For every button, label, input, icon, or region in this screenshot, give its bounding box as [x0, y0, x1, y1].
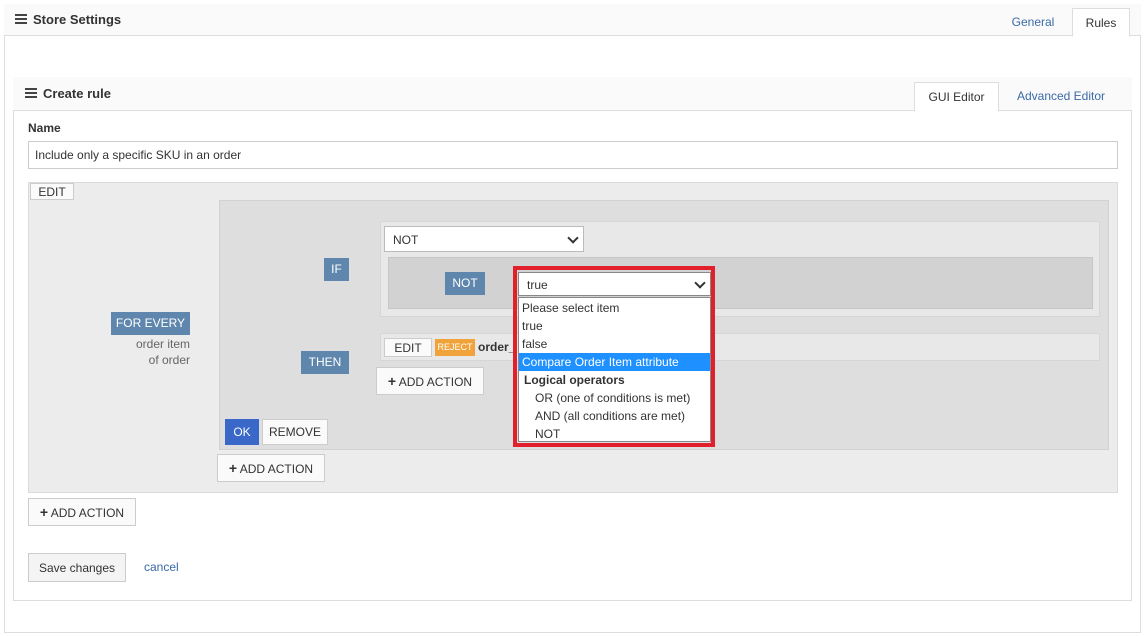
plus-icon: +	[39, 504, 49, 520]
menu-icon[interactable]	[25, 88, 37, 98]
action-text: order_	[478, 340, 516, 354]
dropdown-option-or[interactable]: OR (one of conditions is met)	[519, 389, 710, 407]
for-every-scope: of order	[148, 353, 190, 367]
then-badge: THEN	[301, 351, 349, 374]
if-badge: IF	[324, 258, 349, 281]
for-every-badge: FOR EVERY	[111, 312, 190, 335]
name-input[interactable]: Include only a specific SKU in an order	[28, 141, 1118, 169]
add-action-button-middle[interactable]: + ADD ACTION	[217, 454, 325, 482]
save-changes-button[interactable]: Save changes	[28, 553, 126, 582]
add-action-button-inner[interactable]: + ADD ACTION	[376, 367, 484, 395]
add-action-label: ADD ACTION	[239, 462, 314, 476]
edit-button[interactable]: EDIT	[30, 183, 74, 200]
logic-select-value: NOT	[393, 233, 419, 247]
dropdown-option-compare-order-item[interactable]: Compare Order Item attribute	[519, 353, 710, 371]
dropdown-option-not[interactable]: NOT	[519, 425, 710, 443]
dropdown-option-please-select[interactable]: Please select item	[519, 299, 710, 317]
name-label: Name	[28, 121, 61, 135]
store-settings-title: Store Settings	[33, 12, 122, 27]
tab-advanced-editor[interactable]: Advanced Editor	[1008, 82, 1114, 110]
tab-rules[interactable]: Rules	[1072, 8, 1130, 37]
add-action-label: ADD ACTION	[50, 506, 125, 520]
create-rule-title: Create rule	[43, 86, 111, 101]
chevron-down-icon	[567, 232, 579, 244]
add-action-label: ADD ACTION	[398, 375, 473, 389]
plus-icon: +	[387, 373, 397, 389]
store-settings-header	[4, 4, 1141, 36]
tab-general[interactable]: General	[1004, 8, 1062, 36]
tab-gui-editor[interactable]: GUI Editor	[914, 82, 999, 112]
action-edit-button[interactable]: EDIT	[384, 338, 432, 357]
condition-select-value: true	[527, 278, 548, 292]
dropdown-option-false[interactable]: false	[519, 335, 710, 353]
dropdown-option-true[interactable]: true	[519, 317, 710, 335]
condition-select[interactable]: true	[518, 272, 711, 296]
menu-icon[interactable]	[15, 14, 27, 24]
dropdown-option-and[interactable]: AND (all conditions are met)	[519, 407, 710, 425]
add-action-button-outer[interactable]: + ADD ACTION	[28, 498, 136, 526]
plus-icon: +	[228, 460, 238, 476]
not-condition-block	[388, 257, 1093, 309]
dropdown-group-logical-operators: Logical operators	[524, 373, 625, 387]
cancel-link[interactable]: cancel	[144, 560, 179, 574]
logic-select[interactable]: NOT	[384, 226, 584, 252]
chevron-down-icon	[694, 277, 706, 289]
reject-tag: REJECT	[435, 339, 475, 356]
remove-button[interactable]: REMOVE	[262, 419, 328, 445]
not-badge: NOT	[445, 272, 485, 295]
ok-button[interactable]: OK	[225, 419, 259, 445]
condition-dropdown-list: Please select item true false Compare Or…	[518, 297, 711, 442]
for-every-subject: order item	[135, 337, 190, 351]
